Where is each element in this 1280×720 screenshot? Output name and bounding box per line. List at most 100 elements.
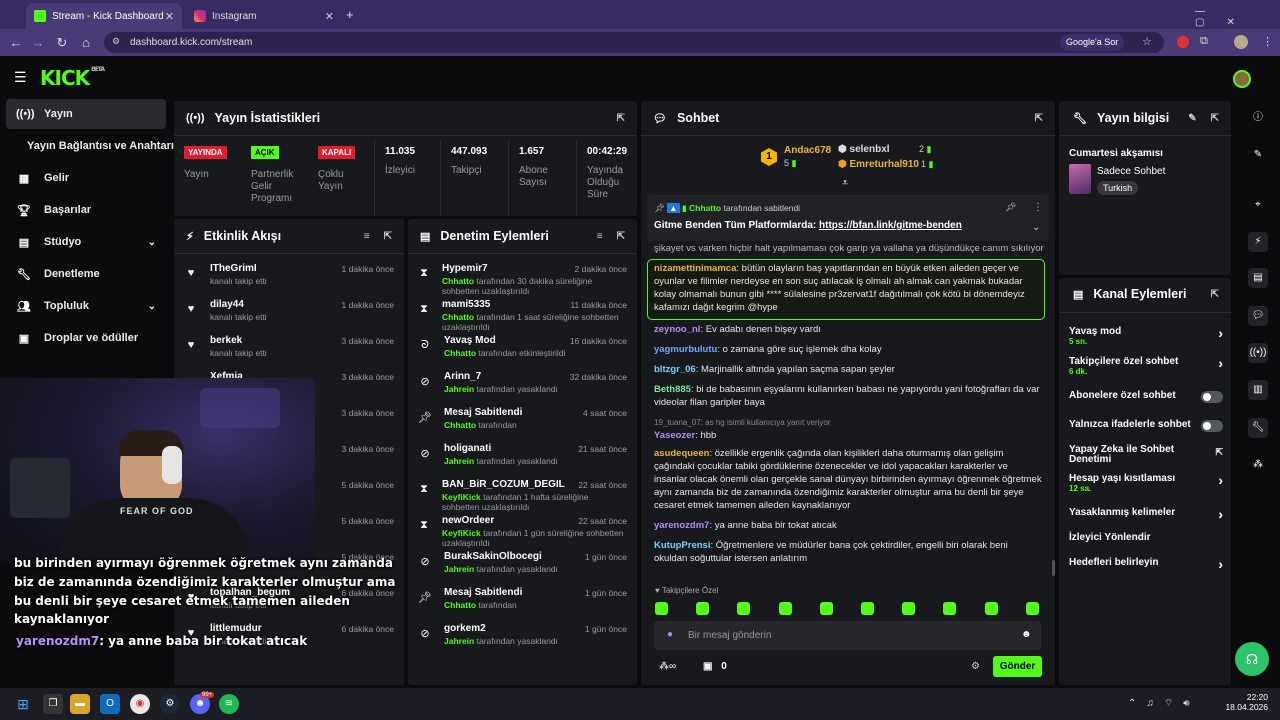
moderation-item[interactable]: ᘐ Yavaş Mod Chhatto tarafından etkinleştir… [408,327,637,363]
edit-pencil-icon[interactable]: ✎ [1188,113,1196,124]
extensions-puzzle-icon[interactable]: ⧉ [1200,35,1208,48]
bookmark-star-icon[interactable]: ☆ [1142,35,1152,48]
extension-icon[interactable] [1177,36,1189,48]
sidebar-item-topluluk[interactable]: 👥︎ Topluluk ⌄ [6,291,166,321]
more-options-icon[interactable]: ⋮ [1033,202,1043,213]
steam-icon[interactable]: ⚙ [160,694,180,714]
channel-action-item[interactable]: Takipçilere özel sohbet 6 dk. › [1069,355,1229,381]
emote-icon[interactable] [984,602,998,615]
expand-leaderboard-icon[interactable]: ⩡ [842,177,848,190]
outlook-icon[interactable]: O [100,694,120,714]
channel-action-item[interactable]: Hedefleri belirleyin › [1069,556,1229,582]
clock[interactable]: 22:20 18.04.2026 [1225,692,1268,712]
channel-action-item[interactable]: Yalnızca ifadelerle sohbet [1069,420,1229,444]
pinned-link[interactable]: https://bfan.link/gitme-benden [819,220,962,231]
toggle-switch[interactable] [1201,420,1223,432]
chevron-down-icon[interactable]: ⌄ [1032,222,1040,233]
sidebar-item-yayin[interactable]: ((•)) Yayın [6,99,166,129]
sidebar-item-gelir[interactable]: ▦ Gelir [6,163,166,193]
emote-icon[interactable] [655,602,668,615]
url-field[interactable]: dashboard.kick.com/stream [104,32,1164,53]
activity-item[interactable]: ♥ ITheGrimI kanalı takip etti 1 dakika önce [174,255,404,291]
tab-kick-dashboard[interactable]: Stream - Kick Dashboard ✕ [26,3,182,29]
activity-item[interactable]: ♥ berkek kanalı takip etti 3 dakika önce [174,327,404,363]
close-tab-icon[interactable]: ✕ [325,10,334,23]
filter-icon[interactable]: ≡ [597,231,603,242]
mic-icon[interactable]: ● [667,629,673,640]
sidebar-item-basarilar[interactable]: 🏆︎ Başarılar [6,195,166,225]
channel-action-item[interactable]: Yasaklanmış kelimeler › [1069,506,1229,532]
moderator-name[interactable]: KeyfiKick [442,528,481,538]
moderation-item[interactable]: 📌︎ Mesaj Sabitlendi Chhatto tarafından 1 gü… [408,579,637,615]
send-button[interactable]: Gönder [993,656,1042,677]
focus-icon[interactable]: ⌖ [1248,195,1268,215]
chat-username[interactable]: Yaseozer [654,430,695,441]
emote-icon[interactable] [737,602,751,615]
moderator-name[interactable]: Jahrein [444,564,474,574]
popout-icon[interactable]: ⇱ [1211,113,1219,124]
moderation-item[interactable]: ⊘ holiganati Jahrein tarafından yasaklandı… [408,435,637,471]
moderation-item[interactable]: ⧗ newOrdeer KeyfiKick tarafından 1 gün sür… [408,507,637,548]
moderator-name[interactable]: Chhatto [444,420,476,430]
moderation-item[interactable]: 📌︎ Mesaj Sabitlendi Chhatto tarafından 4 sa… [408,399,637,435]
emote-icon[interactable] [819,602,833,615]
moderator-name[interactable]: Jahrein [444,384,474,394]
chat-username[interactable]: nizamettinimamca [654,263,736,274]
activity-item[interactable]: ♥ dilay44 kanalı takip etti 1 dakika önce [174,291,404,327]
filter-icon[interactable]: ≡ [364,231,370,242]
channel-points[interactable]: ▣ 0 [703,661,727,672]
pin-icon[interactable]: 📌︎ [1005,202,1016,213]
activity-username[interactable]: berkek [210,335,267,346]
moderator-name[interactable]: Chhatto [442,312,474,322]
support-headset-icon[interactable]: ☊ [1235,642,1269,676]
moderation-item[interactable]: ⧗ BAN_BiR_COZUM_DEGIL KeyfiKick tarafından… [408,471,637,512]
sidebar-item-denetleme[interactable]: 🔧︎ Denetleme [6,259,166,289]
chat-username[interactable]: Beth885 [654,384,691,395]
moderation-target[interactable]: gorkem2 [444,623,558,634]
pinned-message[interactable] [647,195,1049,241]
popout-icon[interactable]: ⇱ [1211,289,1219,300]
edit-icon[interactable]: ✎ [1248,145,1268,165]
leader-row[interactable]: ⬢ selenbxl [838,144,890,155]
emoji-icon[interactable]: ☻ [1021,629,1032,640]
moderation-target[interactable]: holiganati [444,443,558,454]
kick-logo[interactable]: KICK BETA [40,66,105,90]
moderation-target[interactable]: Arinn_7 [444,371,558,382]
moderation-item[interactable]: ⊘ BurakSakinOlbocegi Jahrein tarafından ya… [408,543,637,579]
activity-username[interactable]: ITheGrimI [210,263,267,274]
moderation-item[interactable]: ⧗ mami5335 Chhatto tarafından 1 saat sürel… [408,291,637,332]
points-icon[interactable]: ⁂∞ [659,661,676,672]
site-info-icon[interactable]: ⚙ [112,36,120,47]
moderator-name[interactable]: Chhatto [444,348,476,358]
sidebar-item-stream-key[interactable]: Yayın Bağlantısı ve Anahtarı [6,131,176,161]
channel-action-item[interactable]: Yavaş mod 5 sn. › [1069,325,1229,351]
close-tab-icon[interactable]: ✕ [165,10,174,23]
chat-username[interactable]: KutupPrensi [654,540,710,551]
reply-indicator[interactable]: 19_tuana_07: as hg isimli kullanıcıya ya… [654,416,1042,429]
system-tray-icons[interactable]: ⌃♫⌔🔊︎ [1128,697,1200,710]
chat-input-placeholder[interactable]: Bir mesaj gönderin [688,630,771,641]
moderator-name[interactable]: KeyfiKick [442,492,481,502]
home-icon[interactable]: ⌂ [76,33,96,53]
popout-icon[interactable]: ⇱ [617,231,625,242]
moderator-name[interactable]: Jahrein [444,456,474,466]
document-icon[interactable]: ▤ [1248,268,1268,288]
moderator-name[interactable]: Chhatto [444,600,476,610]
sidebar-item-studyo[interactable]: ▤ Stüdyo ⌄ [6,227,166,257]
channel-actions-icon[interactable]: ▥ [1248,380,1268,400]
activity-username[interactable]: littlemudur [210,623,267,634]
chat-bubble-icon[interactable]: 💬︎ [1248,306,1268,326]
moderation-item[interactable]: ⧗ Hypemir7 Chhatto tarafından 30 dakika sü… [408,255,637,296]
chat-username[interactable]: asudequeen [654,448,709,459]
task-view-icon[interactable]: ❐ [43,694,63,714]
hamburger-menu-icon[interactable]: ☰ [14,69,27,86]
new-tab-icon[interactable]: + [346,7,354,22]
reload-icon[interactable]: ↻ [52,33,72,53]
channel-action-item[interactable]: İzleyici Yönlendir [1069,533,1229,557]
moderator-name[interactable]: Chhatto [442,276,474,286]
windows-start-icon[interactable]: ⊞ [13,694,33,714]
emote-icon[interactable] [902,602,916,615]
moderation-target[interactable]: BurakSakinOlbocegi [444,551,558,562]
moderation-target[interactable]: Mesaj Sabitlendi [444,587,522,598]
chat-username[interactable]: bltzgr_06 [654,364,696,375]
